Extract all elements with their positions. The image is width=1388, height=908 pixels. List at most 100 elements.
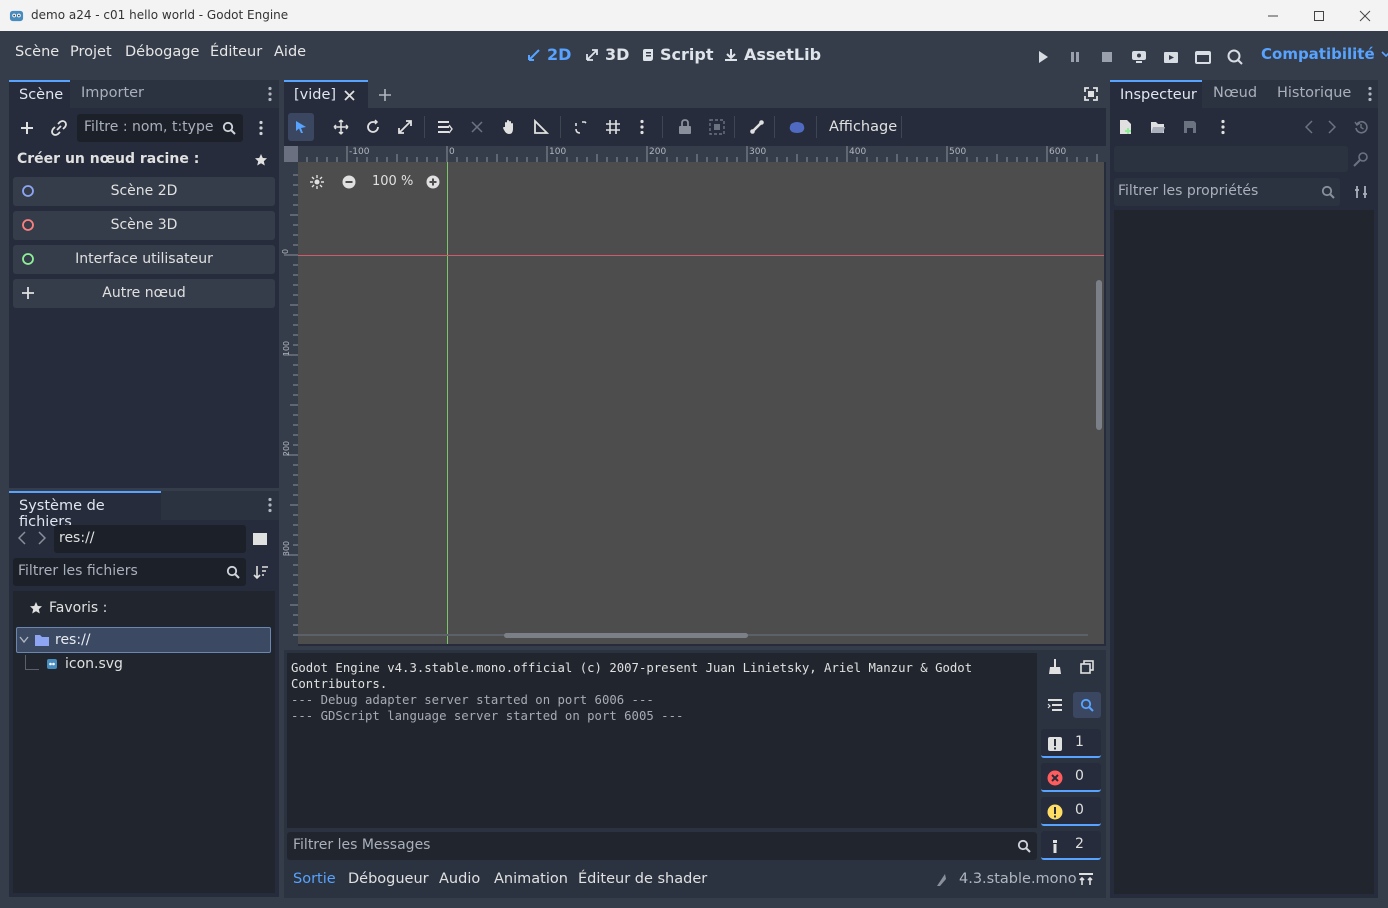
tab-output[interactable]: Sortie	[293, 871, 336, 887]
distraction-free-icon[interactable]	[1082, 85, 1100, 103]
scene-options-icon[interactable]	[256, 120, 266, 136]
menu-debug[interactable]: Débogage	[125, 44, 199, 60]
group-icon[interactable]	[708, 118, 726, 136]
menu-editor[interactable]: Éditeur	[210, 44, 262, 60]
create-2d-scene-button[interactable]: Scène 2D	[13, 177, 275, 206]
play-icon[interactable]	[1033, 47, 1053, 67]
favorites-item[interactable]: Favoris :	[29, 600, 107, 616]
add-node-icon[interactable]	[17, 118, 37, 138]
inspector-menu-icon[interactable]	[1365, 86, 1375, 102]
resource-options-icon[interactable]	[1217, 118, 1229, 136]
horizontal-scrollbar[interactable]	[504, 633, 748, 638]
recent-history-icon[interactable]	[1352, 118, 1370, 136]
movie-maker-icon[interactable]	[1225, 47, 1245, 67]
list-select-icon[interactable]	[436, 118, 454, 136]
mode-assetlib-button[interactable]: AssetLib	[724, 45, 821, 64]
close-window-button[interactable]	[1342, 0, 1388, 31]
tab-filesystem[interactable]: Système de fichiers	[9, 491, 161, 530]
object-path-field[interactable]	[1114, 146, 1348, 172]
tab-scene[interactable]: Scène	[9, 80, 70, 108]
tab-node[interactable]: Nœud	[1213, 85, 1257, 101]
menu-scene[interactable]: Scène	[15, 44, 59, 60]
history-forward-icon[interactable]	[1325, 118, 1339, 136]
new-resource-icon[interactable]	[1117, 118, 1135, 136]
skeleton-bone-icon[interactable]	[748, 118, 766, 136]
minimize-button[interactable]	[1250, 0, 1296, 31]
scene-filter-input[interactable]: Filtre : nom, t:type, g	[77, 114, 243, 142]
copy-log-icon[interactable]	[1078, 658, 1096, 676]
mode-2d-button[interactable]: 2D	[527, 45, 571, 64]
lock-icon[interactable]	[676, 118, 694, 136]
close-tab-icon[interactable]	[344, 90, 355, 101]
tab-empty-scene[interactable]: [vide]	[284, 80, 368, 108]
stop-icon[interactable]	[1097, 47, 1117, 67]
play-scene-icon[interactable]	[1161, 47, 1181, 67]
dock-menu-icon[interactable]	[265, 86, 275, 102]
sort-icon[interactable]	[252, 563, 270, 581]
clear-log-icon[interactable]	[1046, 658, 1064, 676]
nav-forward-icon[interactable]	[35, 530, 49, 546]
ruler-icon[interactable]	[532, 118, 550, 136]
filter-toggle-button[interactable]	[1073, 692, 1101, 718]
menu-project[interactable]: Projet	[70, 44, 112, 60]
pivot-icon[interactable]	[468, 118, 486, 136]
link-icon[interactable]	[49, 118, 69, 138]
split-view-icon[interactable]	[251, 531, 269, 547]
tree-item-icon-svg[interactable]: icon.svg	[46, 656, 123, 672]
move-mode-icon[interactable]	[332, 118, 350, 136]
select-mode-button[interactable]	[288, 113, 314, 141]
vertical-scrollbar[interactable]	[1096, 280, 1102, 430]
add-tab-icon[interactable]	[376, 86, 394, 104]
warnings-toggle[interactable]: 0	[1041, 797, 1101, 826]
view-menu-button[interactable]: Affichage	[829, 119, 897, 135]
grid-snap-icon[interactable]	[604, 118, 622, 136]
path-field[interactable]: res://	[54, 525, 246, 553]
create-other-node-button[interactable]: Autre nœud	[13, 279, 275, 308]
nav-back-icon[interactable]	[15, 530, 29, 546]
2d-viewport[interactable]: 100 %	[298, 162, 1104, 644]
remote-debug-icon[interactable]	[1129, 47, 1149, 67]
tab-animation[interactable]: Animation	[494, 871, 568, 887]
object-properties-icon[interactable]	[1352, 150, 1370, 168]
messages-toggle[interactable]: 1	[1041, 729, 1101, 758]
tree-item-res-root[interactable]: res://	[16, 627, 271, 653]
tab-audio[interactable]: Audio	[439, 871, 480, 887]
collapse-icon[interactable]	[1046, 696, 1064, 714]
pan-hand-icon[interactable]	[500, 118, 518, 136]
rotate-mode-icon[interactable]	[364, 118, 382, 136]
property-filter-input[interactable]: Filtrer les propriétés	[1114, 178, 1340, 206]
favorite-star-icon[interactable]	[252, 151, 270, 169]
smart-snap-icon[interactable]	[572, 118, 590, 136]
mode-3d-button[interactable]: 3D	[585, 45, 629, 64]
mode-script-button[interactable]: Script	[642, 45, 713, 64]
center-view-icon[interactable]	[308, 173, 326, 191]
tab-debugger[interactable]: Débogueur	[348, 871, 429, 887]
message-filter-input[interactable]: Filtrer les Messages	[287, 832, 1037, 860]
renderer-select[interactable]: Compatibilité	[1261, 45, 1388, 63]
save-icon[interactable]	[1181, 118, 1199, 136]
version-label[interactable]: 4.3.stable.mono	[959, 871, 1077, 887]
file-filter-input[interactable]: Filtrer les fichiers	[13, 558, 246, 586]
zoom-out-icon[interactable]	[340, 173, 358, 191]
tab-inspector[interactable]: Inspecteur	[1110, 80, 1202, 108]
inspector-tools-icon[interactable]	[1352, 183, 1370, 201]
tab-history[interactable]: Historique	[1277, 85, 1351, 101]
zoom-level[interactable]: 100 %	[372, 174, 413, 189]
menu-help[interactable]: Aide	[274, 44, 306, 60]
maximize-button[interactable]	[1296, 0, 1342, 31]
create-ui-scene-button[interactable]: Interface utilisateur	[13, 245, 275, 274]
editor-messages-toggle[interactable]: 2	[1041, 831, 1101, 860]
scale-mode-icon[interactable]	[396, 118, 414, 136]
zoom-in-icon[interactable]	[424, 173, 442, 191]
open-folder-icon[interactable]	[1149, 118, 1167, 136]
camera-override-icon[interactable]	[787, 118, 807, 136]
expand-panel-icon[interactable]	[1079, 872, 1093, 886]
history-back-icon[interactable]	[1302, 118, 1316, 136]
filesystem-menu-icon[interactable]	[265, 497, 275, 513]
play-custom-scene-icon[interactable]	[1193, 47, 1213, 67]
snap-options-icon[interactable]	[636, 118, 648, 136]
tab-shader-editor[interactable]: Éditeur de shader	[578, 871, 707, 887]
pause-icon[interactable]	[1065, 47, 1085, 67]
errors-toggle[interactable]: 0	[1041, 763, 1101, 792]
tab-import[interactable]: Importer	[81, 85, 144, 101]
